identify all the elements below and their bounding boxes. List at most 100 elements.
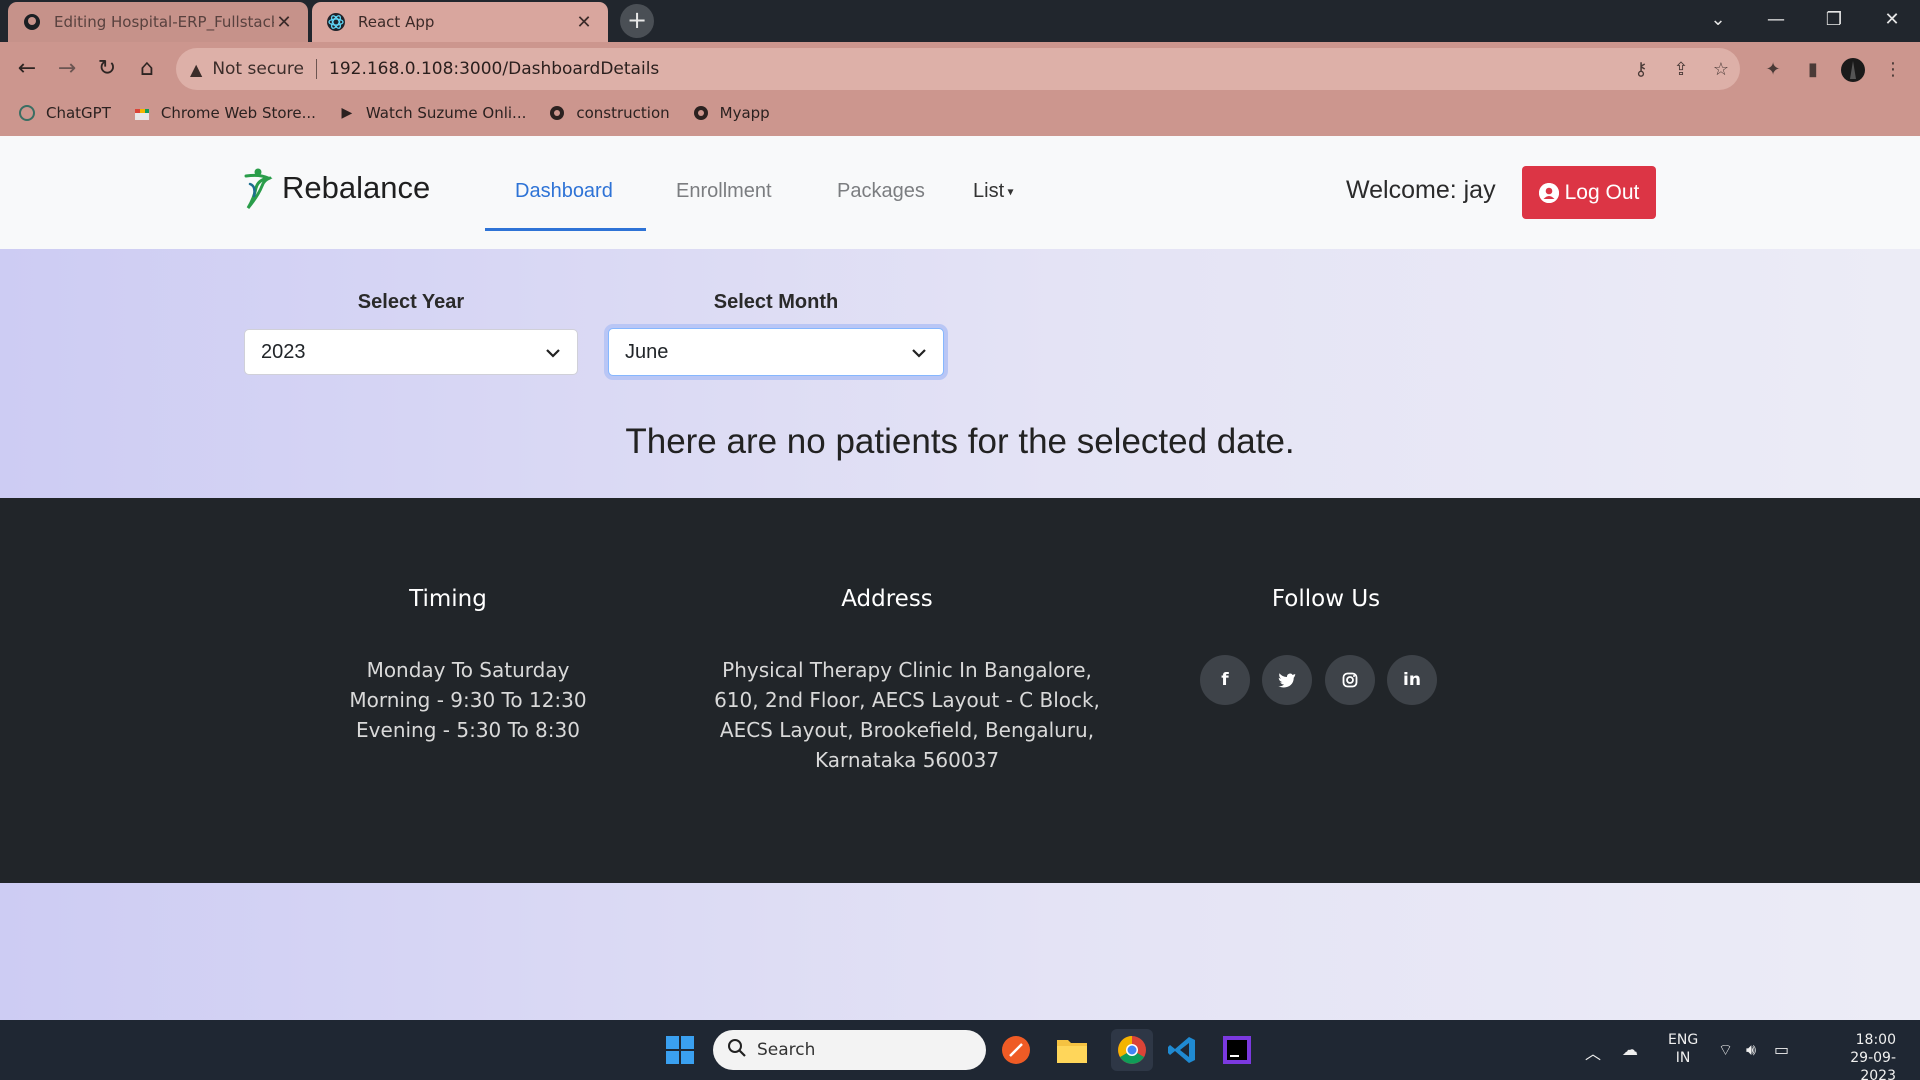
address-line: Physical Therapy Clinic In Bangalore,	[722, 658, 1092, 682]
chrome-web-store-icon	[133, 104, 151, 122]
react-icon	[326, 12, 346, 32]
taskbar-search[interactable]: Search	[713, 1030, 986, 1070]
postman-icon[interactable]	[1000, 1034, 1032, 1066]
caret-down-icon: ▾	[1004, 184, 1014, 199]
rebalance-logo-icon	[244, 168, 273, 209]
side-panel-icon[interactable]: ▮	[1800, 57, 1826, 83]
tab-title: Editing Hospital-ERP_Fullstack/R	[54, 13, 274, 31]
divider	[316, 59, 318, 79]
region-code: IN	[1675, 1050, 1691, 1066]
minimize-icon[interactable]: —	[1748, 0, 1804, 40]
intellij-icon[interactable]	[1221, 1034, 1253, 1066]
search-icon	[727, 1038, 747, 1063]
url-text: 192.168.0.108:3000/DashboardDetails	[329, 59, 660, 79]
linkedin-icon[interactable]: in	[1387, 655, 1437, 705]
browser-tab-github[interactable]: Editing Hospital-ERP_Fullstack/R ✕	[8, 2, 308, 42]
close-tab-icon[interactable]: ✕	[274, 12, 294, 33]
extensions-icon[interactable]: ✦	[1760, 57, 1786, 83]
bookmark-suzume[interactable]: ▶ Watch Suzume Onli...	[338, 104, 527, 122]
reload-icon[interactable]: ↻	[90, 52, 124, 86]
nav-packages[interactable]: Packages	[837, 180, 925, 203]
time: 18:00	[1855, 1032, 1896, 1048]
chatgpt-icon	[18, 104, 36, 122]
month-select[interactable]: June	[608, 328, 944, 376]
address-bar[interactable]: ▲ Not secure 192.168.0.108:3000/Dashboar…	[176, 48, 1740, 90]
bookmark-construction[interactable]: construction	[548, 104, 670, 122]
active-tab-indicator	[485, 228, 646, 231]
language-indicator[interactable]: ENG IN	[1668, 1031, 1698, 1067]
footer-address-lines: Physical Therapy Clinic In Bangalore, 61…	[700, 655, 1114, 775]
address-line: 610, 2nd Floor, AECS Layout - C Block,	[714, 688, 1100, 712]
home-icon[interactable]: ⌂	[130, 52, 164, 86]
facebook-icon[interactable]: f	[1200, 655, 1250, 705]
clock[interactable]: 18:00 29-09-2023	[1818, 1031, 1896, 1080]
key-icon[interactable]: ⚷	[1628, 57, 1654, 83]
footer-follow-title: Follow Us	[1271, 586, 1381, 612]
brand[interactable]: Rebalance	[242, 166, 430, 210]
bookmark-myapp[interactable]: Myapp	[692, 104, 770, 122]
chevron-down-icon	[545, 341, 561, 364]
user-circle-icon	[1538, 182, 1559, 203]
nav-list-dropdown[interactable]: List ▾	[973, 180, 1013, 203]
app-navbar: Rebalance Dashboard Enrollment Packages …	[0, 136, 1920, 249]
welcome-text: Welcome: jay	[1346, 176, 1496, 204]
bookmark-label: Myapp	[719, 104, 770, 122]
year-select[interactable]: 2023	[244, 329, 578, 375]
volume-icon[interactable]: 🔊︎	[1746, 1040, 1756, 1060]
page-content: Rebalance Dashboard Enrollment Packages …	[0, 136, 1920, 1020]
bookmark-chatgpt[interactable]: ChatGPT	[18, 104, 111, 122]
back-icon[interactable]: ←	[10, 52, 44, 86]
footer-address-title: Address	[841, 586, 933, 612]
address-line: Karnataka 560037	[814, 748, 1000, 772]
battery-icon[interactable]: ▭	[1774, 1040, 1789, 1059]
month-value: June	[625, 340, 669, 363]
logout-button[interactable]: Log Out	[1522, 166, 1656, 219]
timing-line: Morning - 9:30 To 12:30	[349, 688, 587, 712]
twitter-icon[interactable]	[1262, 655, 1312, 705]
new-tab-button[interactable]: +	[620, 4, 654, 38]
bookmark-chrome-web-store[interactable]: Chrome Web Store...	[133, 104, 316, 122]
tab-title: React App	[358, 13, 435, 31]
start-icon[interactable]	[664, 1034, 696, 1066]
play-icon: ▶	[341, 105, 353, 121]
search-placeholder: Search	[757, 1040, 816, 1060]
profile-avatar[interactable]	[1840, 57, 1866, 83]
forward-icon[interactable]: →	[50, 52, 84, 86]
browser-tab-strip: Editing Hospital-ERP_Fullstack/R ✕ React…	[0, 0, 1920, 42]
month-label: Select Month	[713, 291, 839, 313]
nav-enrollment[interactable]: Enrollment	[676, 180, 772, 203]
chevron-down-icon	[911, 341, 927, 364]
show-hidden-icons[interactable]: ︿	[1585, 1040, 1601, 1064]
menu-icon[interactable]: ⋮	[1880, 57, 1906, 83]
footer-timing-title: Timing	[409, 586, 487, 612]
timing-line: Monday To Saturday	[366, 658, 570, 682]
share-icon[interactable]: ⇪	[1668, 57, 1694, 83]
brand-name: Rebalance	[282, 170, 431, 205]
footer-timing-lines: Monday To Saturday Morning - 9:30 To 12:…	[318, 655, 618, 745]
year-label: Select Year	[357, 291, 465, 313]
chrome-icon[interactable]	[1111, 1029, 1153, 1071]
close-tab-icon[interactable]: ✕	[574, 12, 594, 33]
bookmark-star-icon[interactable]: ☆	[1708, 57, 1734, 83]
close-window-icon[interactable]: ✕	[1864, 0, 1920, 40]
vscode-icon[interactable]	[1166, 1034, 1198, 1066]
browser-tab-react-app[interactable]: React App ✕	[312, 2, 608, 42]
wifi-icon[interactable]: ⌔	[1718, 1040, 1733, 1060]
tab-search-icon[interactable]: ⌄	[1690, 0, 1746, 40]
nav-dashboard[interactable]: Dashboard	[515, 180, 613, 203]
globe-icon	[548, 104, 566, 122]
bookmark-label: ChatGPT	[46, 104, 111, 122]
github-icon	[22, 12, 42, 32]
onedrive-icon[interactable]: ☁	[1622, 1040, 1638, 1059]
restore-icon[interactable]: ❐	[1806, 0, 1862, 40]
empty-state-message: There are no patients for the selected d…	[625, 422, 1295, 461]
lang-code: ENG	[1668, 1032, 1699, 1048]
logout-label: Log Out	[1564, 180, 1640, 204]
date: 29-09-2023	[1850, 1050, 1896, 1080]
timing-line: Evening - 5:30 To 8:30	[356, 718, 580, 742]
file-explorer-icon[interactable]	[1056, 1034, 1088, 1066]
bookmarks-bar: ChatGPT Chrome Web Store... ▶ Watch Suzu…	[0, 98, 774, 128]
bookmark-label: Watch Suzume Onli...	[365, 104, 527, 122]
bookmark-label: Chrome Web Store...	[160, 104, 316, 122]
instagram-icon[interactable]	[1325, 655, 1375, 705]
